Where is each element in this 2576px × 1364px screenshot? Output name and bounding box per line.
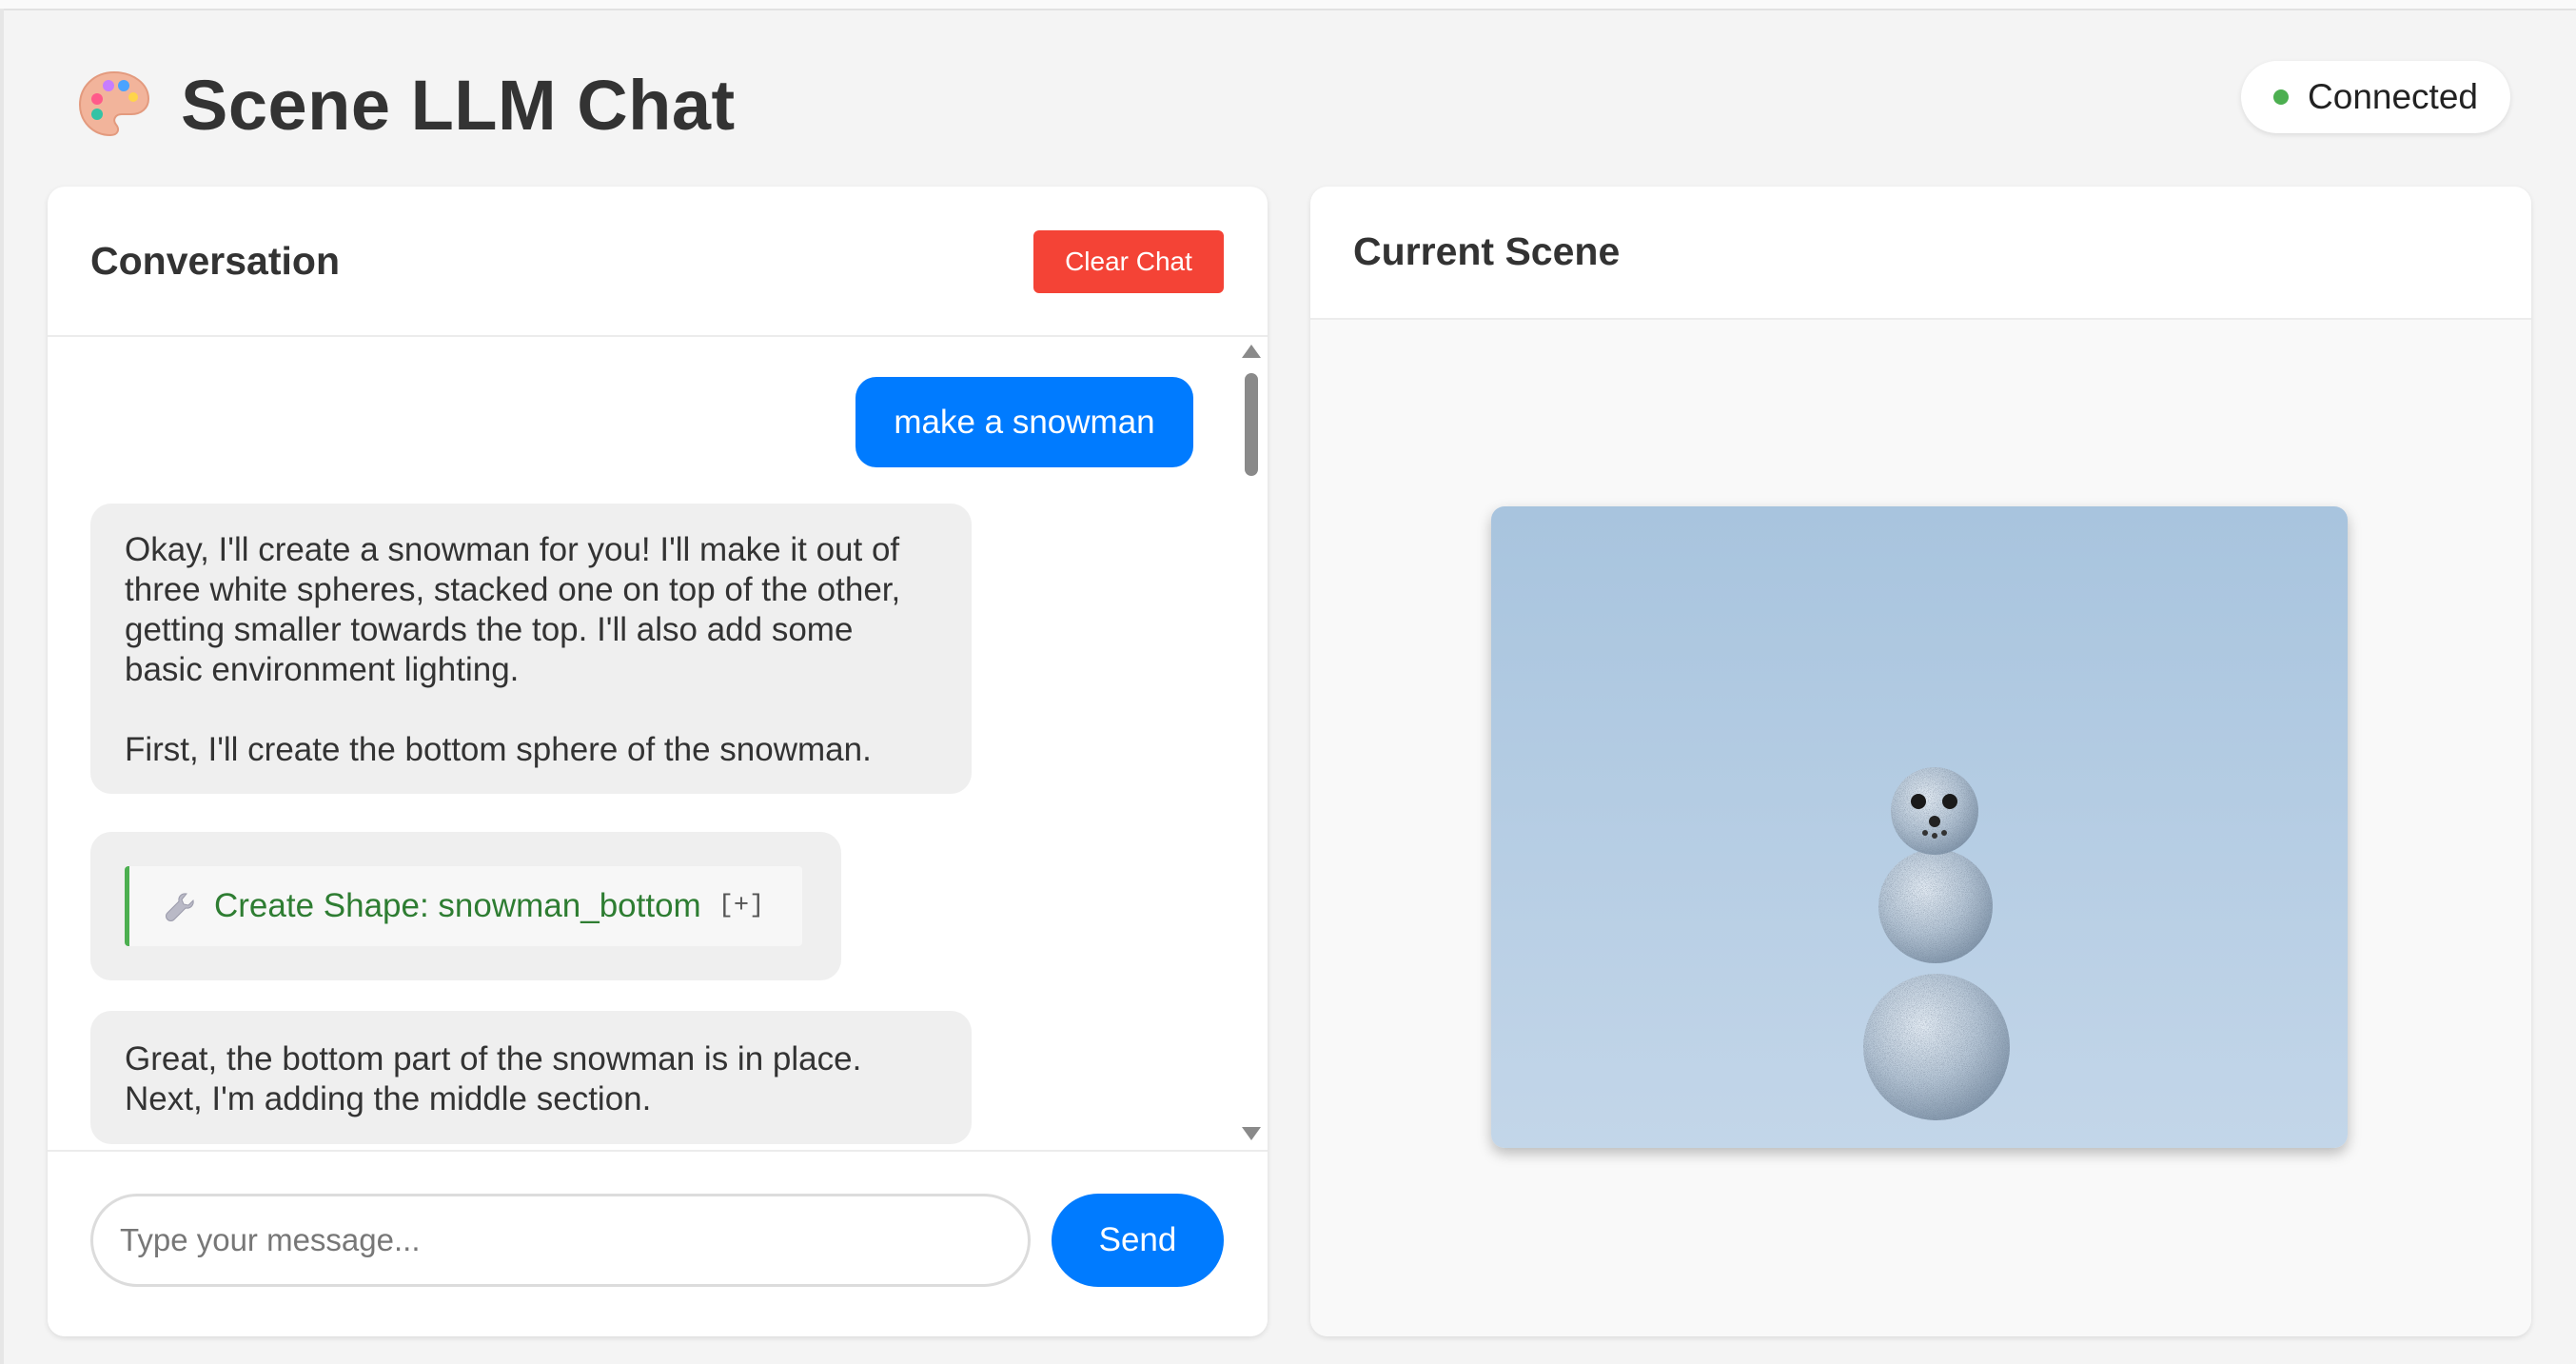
assistant-message: Great, the bottom part of the snowman is… bbox=[90, 1011, 972, 1144]
app-header: Scene LLM Chat bbox=[76, 57, 736, 152]
assistant-message-line: Next, I'm adding the middle section. bbox=[125, 1080, 652, 1117]
window-left-border bbox=[0, 9, 4, 1364]
tool-call-label: Create Shape: snowman_bottom bbox=[214, 887, 701, 924]
message-composer: Send bbox=[48, 1150, 1268, 1336]
window-top-border bbox=[0, 0, 2576, 10]
message-input[interactable] bbox=[90, 1194, 1031, 1287]
conversation-title: Conversation bbox=[90, 239, 340, 283]
send-button[interactable]: Send bbox=[1052, 1194, 1224, 1287]
assistant-message-line: Great, the bottom part of the snowman is… bbox=[125, 1040, 862, 1077]
snowman-left-eye bbox=[1911, 794, 1926, 809]
scene-panel: Current Scene bbox=[1310, 187, 2531, 1336]
snowman-nose bbox=[1929, 816, 1940, 827]
conversation-header: Conversation Clear Chat bbox=[48, 187, 1268, 337]
assistant-message-paragraph: First, I'll create the bottom sphere of … bbox=[125, 731, 872, 768]
tool-call-message: Create Shape: snowman_bottom [+] bbox=[90, 832, 841, 980]
user-message: make a snowman bbox=[855, 377, 1193, 467]
assistant-message-line: three white spheres, stacked one on top … bbox=[125, 571, 901, 608]
clear-chat-button[interactable]: Clear Chat bbox=[1033, 230, 1224, 293]
scene-body bbox=[1310, 320, 2531, 1336]
scroll-down-arrow-icon[interactable] bbox=[1242, 1127, 1261, 1140]
connection-status-badge: Connected bbox=[2241, 61, 2510, 133]
assistant-message-line: Okay, I'll create a snowman for you! I'l… bbox=[125, 531, 900, 568]
palette-icon bbox=[78, 70, 150, 137]
scroll-thumb[interactable] bbox=[1245, 373, 1258, 476]
expand-toggle[interactable]: [+] bbox=[718, 886, 765, 926]
tool-call-toggle[interactable]: Create Shape: snowman_bottom [+] bbox=[125, 866, 802, 946]
scene-title: Current Scene bbox=[1353, 229, 1621, 273]
assistant-message-line: getting smaller towards the top. I'll al… bbox=[125, 611, 854, 648]
app-title: Scene LLM Chat bbox=[181, 65, 736, 145]
scene-header: Current Scene bbox=[1310, 187, 2531, 320]
assistant-message-paragraph: Okay, I'll create a snowman for you! I'l… bbox=[125, 530, 937, 690]
status-text: Connected bbox=[2308, 77, 2478, 116]
wrench-icon bbox=[166, 893, 194, 921]
snowman-render bbox=[1491, 506, 2348, 1148]
message-list[interactable]: make a snowman Okay, I'll create a snowm… bbox=[48, 337, 1268, 1148]
scroll-up-arrow-icon[interactable] bbox=[1242, 345, 1261, 358]
message-scrollbar[interactable] bbox=[1239, 337, 1264, 1148]
conversation-panel: Conversation Clear Chat make a snowman O… bbox=[48, 187, 1268, 1336]
status-dot-icon bbox=[2273, 89, 2290, 105]
assistant-message: Okay, I'll create a snowman for you! I'l… bbox=[90, 504, 972, 794]
scene-viewport[interactable] bbox=[1491, 506, 2348, 1148]
snowman-right-eye bbox=[1942, 794, 1957, 809]
assistant-message-line: basic environment lighting. bbox=[125, 651, 520, 688]
